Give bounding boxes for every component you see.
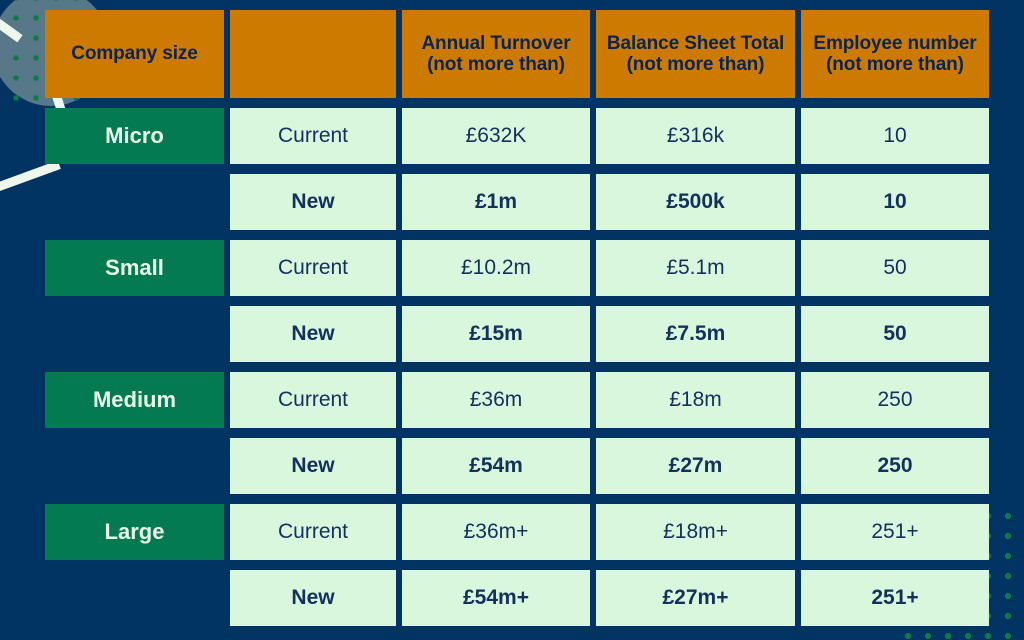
table-header-spacer — [230, 10, 396, 98]
company-size-label-spacer — [45, 570, 224, 626]
turnover-cell-row-3: £10.2m — [402, 240, 590, 296]
company-size-label: Medium — [45, 372, 224, 428]
slide-canvas: Company size Annual Turnover (not more th… — [0, 0, 1024, 640]
turnover-cell-row-4: £15m — [402, 306, 590, 362]
balance-cell-row-4: £7.5m — [596, 306, 795, 362]
company-size-label-spacer — [45, 174, 224, 230]
balance-cell-row-1: £316k — [596, 108, 795, 164]
variant-cell-row-1: Current — [230, 108, 396, 164]
table-header-5: Employee number (not more than) — [801, 10, 989, 98]
turnover-cell-row-6: £54m — [402, 438, 590, 494]
company-size-label: Small — [45, 240, 224, 296]
balance-cell-row-8: £27m+ — [596, 570, 795, 626]
table-header-1: Company size — [45, 10, 224, 98]
variant-cell-row-6: New — [230, 438, 396, 494]
company-size-label: Micro — [45, 108, 224, 164]
table-header-3: Annual Turnover (not more than) — [402, 10, 590, 98]
variant-cell-row-8: New — [230, 570, 396, 626]
turnover-cell-row-2: £1m — [402, 174, 590, 230]
employees-cell-row-1: 10 — [801, 108, 989, 164]
variant-cell-row-7: Current — [230, 504, 396, 560]
employees-cell-row-3: 50 — [801, 240, 989, 296]
company-size-label: Large — [45, 504, 224, 560]
balance-cell-row-2: £500k — [596, 174, 795, 230]
balance-cell-row-7: £18m+ — [596, 504, 795, 560]
employees-cell-row-2: 10 — [801, 174, 989, 230]
employees-cell-row-7: 251+ — [801, 504, 989, 560]
company-size-label-spacer — [45, 306, 224, 362]
employees-cell-row-5: 250 — [801, 372, 989, 428]
variant-cell-row-5: Current — [230, 372, 396, 428]
balance-cell-row-6: £27m — [596, 438, 795, 494]
variant-cell-row-2: New — [230, 174, 396, 230]
balance-cell-row-5: £18m — [596, 372, 795, 428]
variant-cell-row-4: New — [230, 306, 396, 362]
company-size-label-spacer — [45, 438, 224, 494]
variant-cell-row-3: Current — [230, 240, 396, 296]
turnover-cell-row-1: £632K — [402, 108, 590, 164]
company-size-thresholds-table: Company size Annual Turnover (not more th… — [45, 10, 989, 630]
employees-cell-row-6: 250 — [801, 438, 989, 494]
turnover-cell-row-7: £36m+ — [402, 504, 590, 560]
employees-cell-row-4: 50 — [801, 306, 989, 362]
employees-cell-row-8: 251+ — [801, 570, 989, 626]
turnover-cell-row-8: £54m+ — [402, 570, 590, 626]
turnover-cell-row-5: £36m — [402, 372, 590, 428]
balance-cell-row-3: £5.1m — [596, 240, 795, 296]
diagonal-slash-decoration — [0, 0, 23, 43]
table-header-4: Balance Sheet Total (not more than) — [596, 10, 795, 98]
